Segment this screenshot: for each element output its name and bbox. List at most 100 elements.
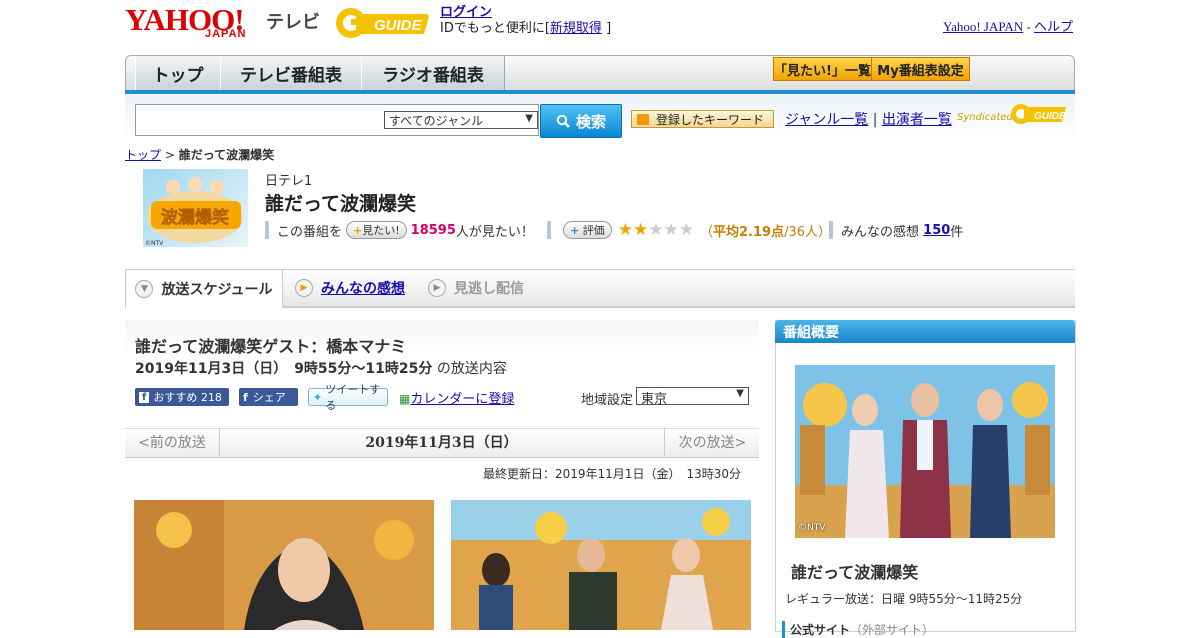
want-list-button[interactable]: 「見たい!」一覧: [773, 57, 872, 81]
breadcrumb-sep: >: [161, 148, 179, 162]
plus-icon: +: [353, 224, 363, 237]
top-links-sep: -: [1023, 19, 1035, 34]
tab-broadcast-schedule[interactable]: ▼ 放送スケジュール: [125, 270, 283, 308]
star-filled-icon: ★: [632, 220, 649, 240]
comments-label: みんなの感想: [841, 224, 920, 240]
star-filled-icon: ★: [617, 220, 633, 240]
want-to-watch-label: 見たい!: [362, 224, 400, 237]
region-select[interactable]: 東京 ▼: [636, 387, 749, 407]
search-button[interactable]: 検索: [540, 104, 622, 138]
program-channel: 日テレ1: [265, 174, 313, 189]
login-close-bracket: ]: [606, 21, 612, 36]
next-broadcast-link[interactable]: 次の放送>: [664, 428, 760, 456]
episode-photo-2: [451, 500, 751, 630]
facebook-recommend-label: おすすめ: [153, 391, 198, 404]
program-main-photo: ©NTV: [795, 365, 1055, 538]
photo-credit: ©NTV: [798, 523, 826, 533]
chevron-down-icon: ▼: [135, 280, 154, 298]
rating-stars: ★★★★★: [618, 220, 694, 240]
dropdown-arrow-icon: ▼: [525, 113, 533, 124]
region-select-value: 東京: [641, 392, 668, 407]
registered-keywords-button[interactable]: 登録したキーワード: [631, 110, 774, 128]
syndicated-label: Syndicated: [957, 112, 1013, 123]
syndicated-gguide-logo: GUIDE: [1011, 104, 1066, 124]
calendar-icon: ▦: [399, 392, 411, 406]
star-empty-icon: ★: [663, 220, 679, 240]
twitter-bird-icon: ✦: [313, 390, 323, 404]
rating-stat: + 評価 ★★★★★ （平均2.19点/36人）: [547, 220, 831, 240]
rating-summary: （平均2.19点/36人）: [700, 221, 831, 240]
overview-program-title: 誰だって波瀾爆笑: [791, 563, 919, 582]
stat-divider: [265, 221, 269, 239]
thumbnail-title-text: 波瀾爆笑: [161, 207, 229, 228]
rate-button-label: 評価: [582, 224, 605, 237]
play-icon: ▶: [295, 279, 313, 297]
genre-list-link[interactable]: ジャンル一覧: [785, 112, 868, 128]
breadcrumb: トップ > 誰だって波瀾爆笑: [125, 146, 274, 163]
search-icon: [556, 114, 570, 128]
facebook-share-label: シェア: [252, 391, 286, 404]
signup-link[interactable]: 新規取得: [550, 21, 602, 36]
rating-open: （: [699, 224, 713, 240]
rating-rest: /36人）: [784, 224, 831, 240]
login-sub-text: IDでもっと便利に[: [440, 21, 550, 36]
login-block: ログイン IDでもっと便利に[新規取得 ]: [440, 5, 611, 37]
browse-links-divider: |: [868, 112, 882, 128]
rating-average: 平均2.19点: [712, 224, 785, 240]
breadcrumb-top-link[interactable]: トップ: [125, 148, 161, 162]
facebook-recommend-button[interactable]: f おすすめ 218: [135, 388, 229, 406]
program-overview-heading: 番組概要: [775, 320, 1075, 343]
tweet-label: ツイートする: [325, 383, 381, 412]
episode-datetime: 2019年11月3日（日） 9時55分～11時25分 の放送内容: [135, 358, 507, 378]
genre-select-value: すべてのジャンル: [389, 113, 484, 128]
registered-keywords-label: 登録したキーワード: [656, 112, 765, 127]
tab-reviews[interactable]: ▶ みんなの感想: [295, 270, 405, 306]
help-link[interactable]: ヘルプ: [1034, 19, 1073, 34]
my-schedule-button[interactable]: My番組表設定: [871, 57, 970, 81]
program-thumbnail: 波瀾爆笑 ©NTV: [143, 169, 248, 247]
want-count: 18595: [410, 222, 456, 238]
comments-unit: 件: [950, 224, 964, 240]
want-prefix: この番組を: [277, 224, 343, 240]
tab-tv-schedule[interactable]: テレビ番組表: [220, 56, 362, 90]
official-site-label: 公式サイト: [790, 623, 851, 637]
comments-count-link[interactable]: 150: [923, 223, 950, 238]
facebook-share-button[interactable]: f シェア: [239, 388, 298, 406]
star-empty-icon: ★: [678, 220, 694, 240]
want-to-watch-button[interactable]: +見たい!: [346, 221, 407, 239]
tab-top[interactable]: トップ: [135, 56, 221, 90]
last-updated: 最終更新日：2019年11月1日（金） 13時30分: [483, 467, 741, 481]
add-calendar-link[interactable]: ▦カレンダーに登録: [399, 388, 514, 407]
star-empty-icon: ★: [648, 220, 664, 240]
episode-title: 誰だって波瀾爆笑ゲスト：橋本マナミ: [135, 337, 407, 356]
facebook-icon: f: [243, 390, 248, 404]
facebook-recommend-count: 218: [200, 390, 222, 404]
cast-list-link[interactable]: 出演者一覧: [882, 112, 952, 128]
official-site-note: （外部サイト）: [850, 623, 935, 637]
yahoo-japan-link[interactable]: Yahoo! JAPAN: [943, 19, 1023, 34]
tab-catch-up[interactable]: ▶ 見逃し配信: [428, 270, 524, 306]
tab-catch-up-label: 見逃し配信: [454, 281, 524, 297]
episode-date-suffix: の放送内容: [436, 361, 507, 377]
add-calendar-label: カレンダーに登録: [410, 392, 515, 407]
genre-select[interactable]: すべてのジャンル ▼: [384, 111, 538, 129]
program-title: 誰だって波瀾爆笑: [265, 193, 417, 215]
login-link[interactable]: ログイン: [440, 5, 492, 20]
want-suffix: 人が見たい！: [455, 224, 534, 240]
search-button-label: 検索: [575, 112, 606, 131]
tab-broadcast-schedule-label: 放送スケジュール: [161, 282, 273, 298]
stat-divider: [829, 221, 833, 239]
rate-button[interactable]: + 評価: [563, 221, 612, 239]
tweet-button[interactable]: ✦ ツイートする: [308, 383, 388, 412]
plus-icon: +: [570, 224, 580, 237]
prev-broadcast-link[interactable]: <前の放送: [125, 428, 220, 456]
want-to-watch-stat: この番組を +見たい! 18595 人が見たい！: [265, 221, 534, 240]
dropdown-icon: [637, 114, 649, 125]
tab-radio-schedule[interactable]: ラジオ番組表: [361, 56, 505, 90]
yahoo-japan-sublogo: JAPAN: [205, 28, 247, 40]
tv-service-label[interactable]: テレビ: [266, 8, 320, 34]
thumbnail-credit: ©NTV: [145, 240, 164, 247]
play-icon: ▶: [428, 279, 446, 297]
region-label: 地域設定: [581, 393, 634, 408]
gguide-logo: GUIDE: [336, 8, 429, 38]
